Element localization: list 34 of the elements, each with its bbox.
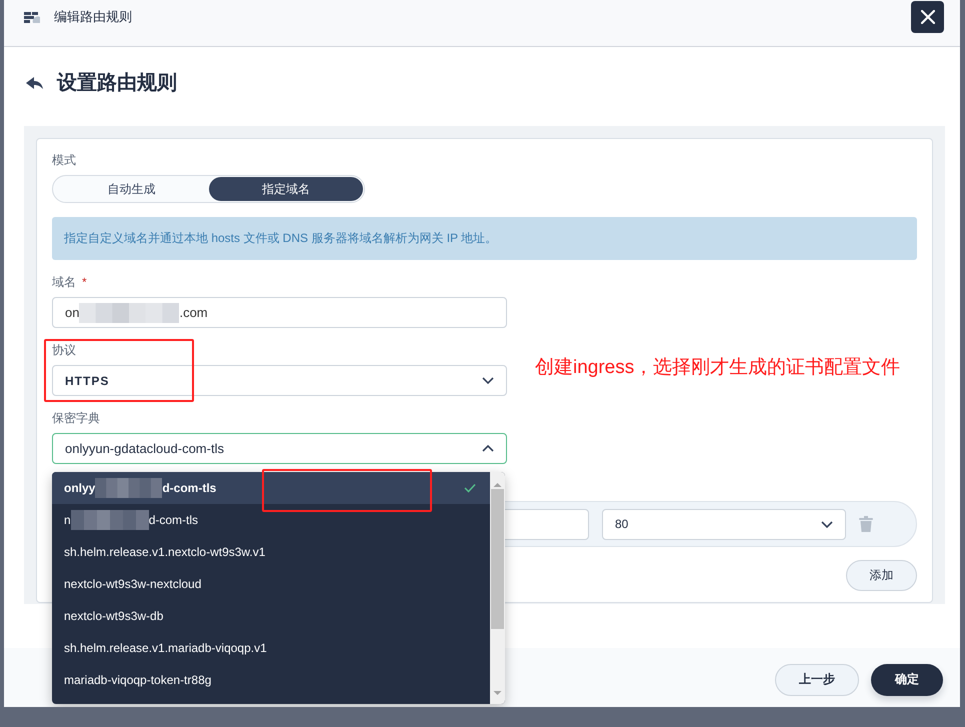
window-title: 编辑路由规则 bbox=[54, 8, 132, 26]
confirm-button[interactable]: 确定 bbox=[871, 664, 943, 696]
field-label: 域名 bbox=[52, 274, 76, 290]
chevron-up-icon bbox=[482, 445, 494, 452]
required-mark: * bbox=[82, 275, 87, 289]
secret-select[interactable]: onlyyun-gdatacloud-com-tls bbox=[52, 433, 507, 464]
field-label: 保密字典 bbox=[52, 410, 100, 426]
annotation-text: 创建ingress，选择刚才生成的证书配置文件 bbox=[535, 356, 900, 380]
dropdown-option[interactable]: n d-com-tls bbox=[52, 504, 490, 536]
back-icon[interactable] bbox=[26, 76, 43, 90]
dropdown-option[interactable]: nextclo-wt9s3w-nextcloud bbox=[52, 568, 490, 600]
dropdown-option[interactable]: onlyy d-com-tls bbox=[52, 472, 490, 504]
mode-option[interactable]: 自动生成 bbox=[54, 177, 208, 201]
close-button[interactable] bbox=[911, 1, 944, 33]
mode-option[interactable]: 指定域名 bbox=[208, 177, 363, 201]
field-label: 模式 bbox=[52, 152, 76, 168]
check-icon bbox=[464, 483, 476, 493]
add-button[interactable]: 添加 bbox=[846, 560, 917, 591]
dropdown-option[interactable]: sh.helm.release.v1.mariadb-viqoqp.v1 bbox=[52, 632, 490, 664]
field-label: 协议 bbox=[52, 342, 76, 358]
close-icon bbox=[920, 10, 934, 24]
domain-input[interactable]: on .com bbox=[52, 297, 507, 328]
page-title: 设置路由规则 bbox=[57, 71, 177, 96]
previous-button[interactable]: 上一步 bbox=[775, 664, 859, 696]
dropdown-option[interactable]: sh.helm.release.v1.nextclo-wt9s3w.v1 bbox=[52, 536, 490, 568]
info-banner: 指定自定义域名并通过本地 hosts 文件或 DNS 服务器将域名解析为网关 IP 地址。 bbox=[52, 217, 917, 260]
route-icon bbox=[24, 10, 40, 24]
port-select[interactable]: 80 bbox=[602, 508, 846, 540]
dropdown-option[interactable]: nextclo-wt9s3w-db bbox=[52, 600, 490, 632]
protocol-select[interactable]: HTTPS bbox=[52, 365, 507, 396]
dropdown-option[interactable]: mariadb-viqoqp-token-tr88g bbox=[52, 664, 490, 696]
blur-mask bbox=[95, 478, 162, 498]
chevron-down-icon bbox=[821, 520, 833, 528]
chevron-down-icon bbox=[482, 377, 494, 384]
